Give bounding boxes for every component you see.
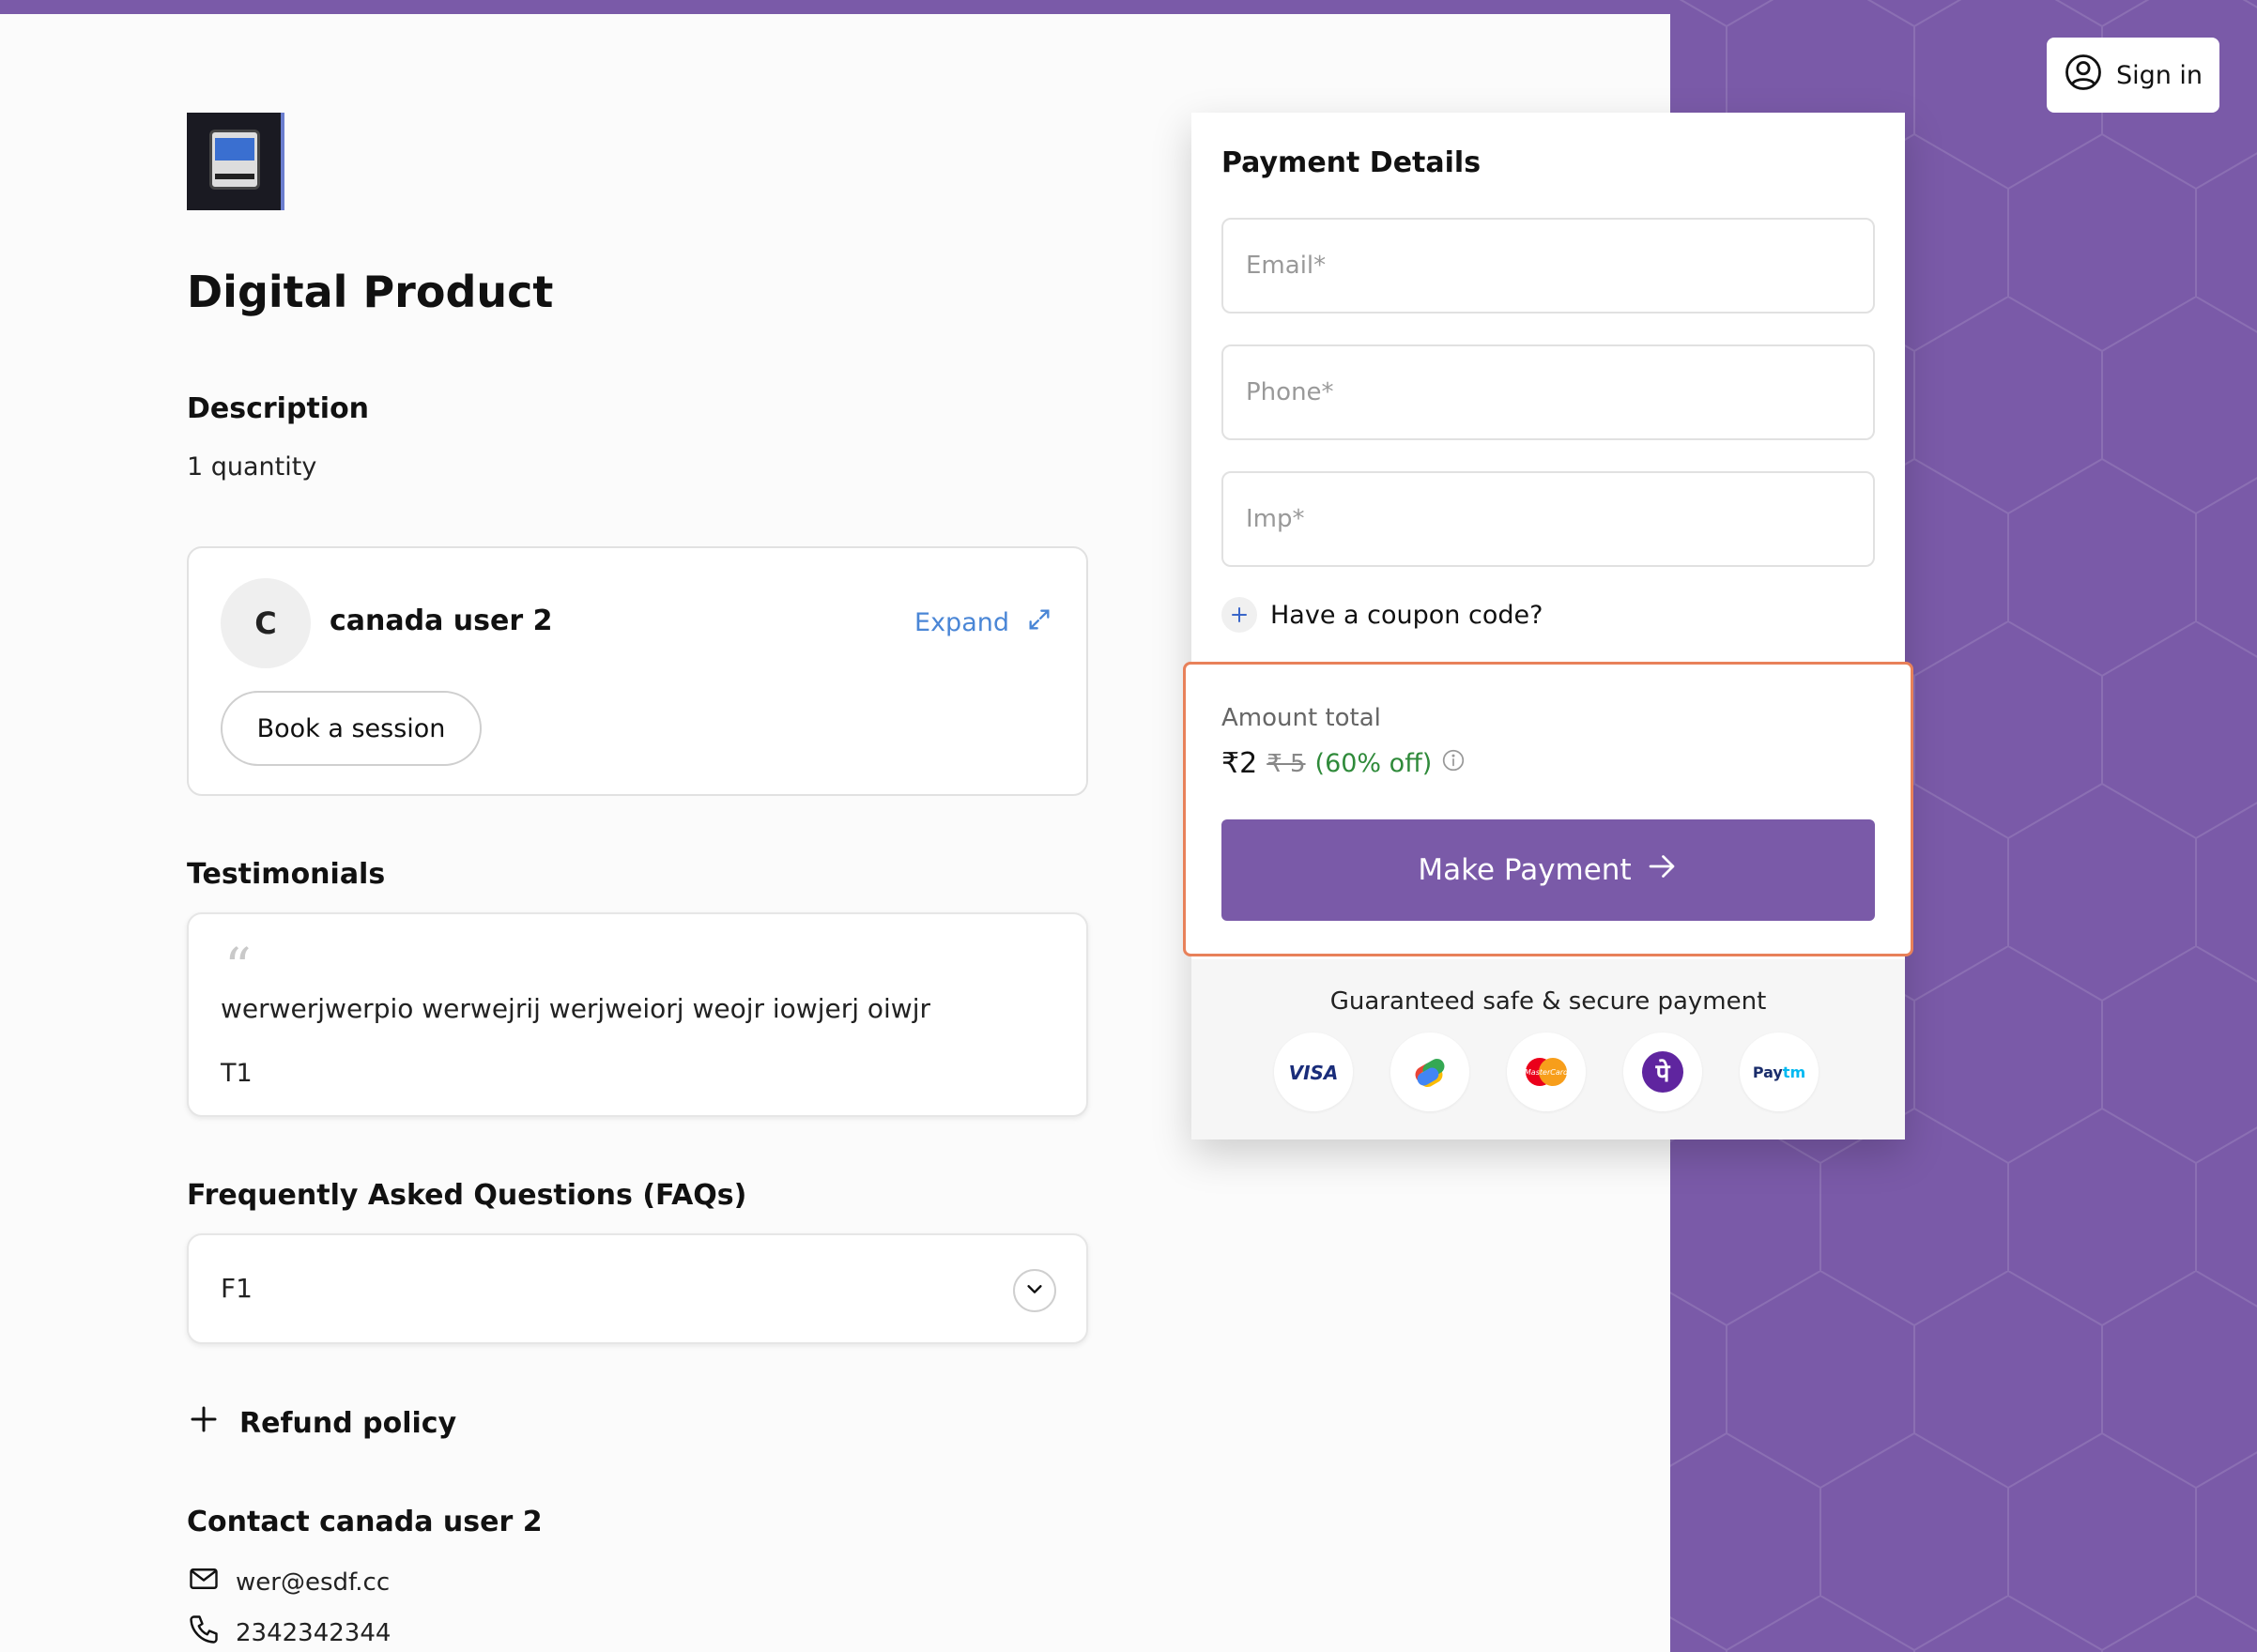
avatar: C [221,578,311,668]
discount-text: (60% off) [1314,749,1433,778]
faq-question: F1 [221,1273,253,1304]
svg-text:MasterCard: MasterCard [1525,1068,1569,1077]
svg-text:Paytm: Paytm [1753,1063,1805,1081]
phone-field[interactable] [1221,344,1875,440]
arrow-right-icon [1645,849,1679,891]
creator-name: canada user 2 [330,604,553,637]
expand-link[interactable]: Expand [914,606,1052,639]
description-text: 1 quantity [187,452,317,482]
mastercard-logo-icon: MasterCard [1507,1032,1586,1111]
imp-field[interactable] [1221,471,1875,567]
contact-email-row[interactable]: wer@esdf.cc [187,1562,390,1602]
page-title: Digital Product [187,267,554,317]
payment-card: Payment Details Have a coupon code? Amou… [1183,113,1913,1140]
refund-policy-toggle[interactable]: Refund policy [187,1402,456,1444]
faq-toggle-button[interactable] [1013,1269,1056,1312]
contact-heading: Contact canada user 2 [187,1506,543,1538]
expand-icon [1026,606,1052,639]
payment-logos: VISA MasterCard पे Paytm [1274,1032,1819,1111]
chevron-down-icon [1024,1278,1045,1303]
phonepe-logo-icon: पे [1623,1032,1702,1111]
expand-label: Expand [914,608,1009,637]
svg-text:पे: पे [1655,1059,1671,1088]
book-session-button[interactable]: Book a session [221,691,482,766]
creator-card: C canada user 2 Expand Book a session [187,546,1088,796]
testimonials-heading: Testimonials [187,858,386,891]
coupon-label: Have a coupon code? [1270,600,1543,630]
payment-footer: Guaranteed safe & secure payment VISA Ma… [1191,959,1905,1140]
payment-title: Payment Details [1221,146,1482,179]
plus-icon [187,1402,221,1444]
amount-label: Amount total [1221,704,1381,732]
quote-icon: “ [224,938,252,999]
contact-phone-row[interactable]: 2342342344 [187,1613,391,1652]
description-heading: Description [187,392,370,425]
phone-icon [187,1613,221,1652]
faq-item[interactable]: F1 [187,1233,1088,1344]
email-field[interactable] [1221,218,1875,314]
amount-current: ₹2 [1221,747,1258,780]
make-payment-button[interactable]: Make Payment [1221,819,1875,921]
testimonial-card: “ werwerjwerpio werwejrij werjweiorj weo… [187,912,1088,1117]
signin-button[interactable]: Sign in [2047,38,2219,113]
faq-heading: Frequently Asked Questions (FAQs) [187,1179,747,1212]
amount-row: ₹2 ₹ 5 (60% off) [1221,747,1466,780]
refund-policy-label: Refund policy [239,1406,457,1440]
contact-phone: 2342342344 [236,1618,392,1647]
visa-logo-icon: VISA [1274,1032,1353,1111]
secure-payment-text: Guaranteed safe & secure payment [1329,987,1767,1016]
mail-icon [187,1562,221,1602]
google-pay-logo-icon [1390,1032,1469,1111]
user-circle-icon [2064,53,2103,99]
coupon-toggle[interactable]: Have a coupon code? [1221,597,1543,633]
plus-icon [1221,597,1257,633]
paytm-logo-icon: Paytm [1740,1032,1819,1111]
make-payment-label: Make Payment [1418,853,1632,887]
amount-summary: Amount total ₹2 ₹ 5 (60% off) Make Payme… [1183,662,1913,956]
product-thumbnail [187,113,284,210]
contact-email: wer@esdf.cc [236,1568,391,1597]
info-icon[interactable] [1441,748,1466,779]
testimonial-text: werwerjwerpio werwejrij werjweiorj weojr… [221,993,930,1024]
amount-original: ₹ 5 [1267,749,1306,778]
signin-label: Sign in [2115,60,2203,90]
testimonial-author: T1 [221,1059,253,1088]
svg-text:VISA: VISA [1289,1062,1339,1084]
